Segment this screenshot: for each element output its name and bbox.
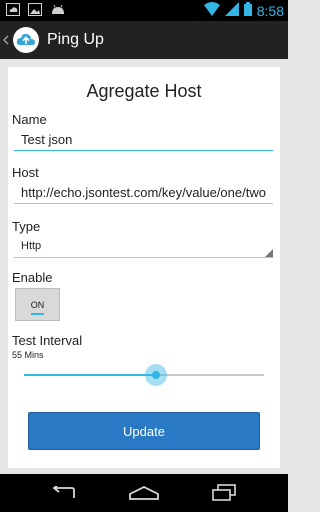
android-icon — [50, 3, 66, 21]
status-bar-notifications — [6, 3, 66, 21]
image-icon — [28, 3, 42, 21]
slider-thumb[interactable] — [152, 371, 160, 379]
battery-icon — [243, 2, 252, 21]
status-bar-system: 8:58 — [203, 2, 284, 21]
host-field[interactable]: http://echo.jsontest.com/key/value/one/t… — [14, 184, 273, 204]
back-icon[interactable] — [49, 482, 79, 504]
home-icon[interactable] — [129, 482, 159, 504]
interval-slider[interactable] — [24, 364, 264, 386]
update-button[interactable]: Update — [28, 412, 260, 450]
slider-fill — [24, 374, 156, 376]
name-field[interactable]: Test json — [14, 131, 273, 151]
enable-toggle-label: ON — [30, 300, 45, 310]
notification-cloud-icon — [6, 3, 20, 21]
name-label: Name — [12, 112, 47, 127]
interval-value: 55 Mins — [12, 350, 44, 360]
dropdown-corner-icon — [265, 249, 273, 257]
type-dropdown-value: Http — [21, 240, 42, 252]
status-bar: 8:58 — [0, 0, 288, 21]
host-label: Host — [12, 165, 39, 180]
app-title: Ping Up — [47, 31, 104, 48]
type-label: Type — [12, 219, 41, 234]
interval-label: Test Interval — [12, 333, 83, 348]
action-bar: Ping Up — [0, 21, 288, 59]
enable-toggle[interactable]: ON — [15, 288, 60, 321]
form-title: Agregate Host — [86, 81, 202, 101]
cloud-upload-icon[interactable] — [13, 27, 39, 53]
up-chevron-icon[interactable] — [2, 32, 11, 48]
wifi-icon — [203, 2, 220, 21]
recent-apps-icon[interactable] — [209, 482, 239, 504]
enable-label: Enable — [12, 270, 53, 285]
signal-icon — [224, 2, 239, 21]
status-time: 8:58 — [256, 3, 284, 19]
toggle-indicator — [31, 313, 44, 315]
navigation-bar — [0, 474, 288, 512]
host-form-card: Agregate Host Name Test json Host http:/… — [8, 67, 280, 468]
type-dropdown[interactable]: Http — [14, 236, 273, 258]
